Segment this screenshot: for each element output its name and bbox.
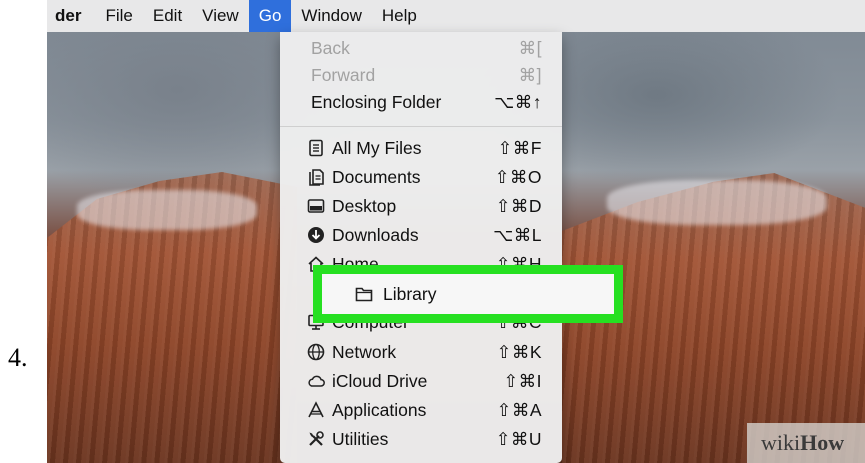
menu-item-label: Back [311,38,350,58]
menu-item-downloads[interactable]: Downloads ⌥⌘L [280,221,562,250]
menu-item-library[interactable]: Library [322,274,614,314]
menu-item-shortcut: ⌘] [518,65,542,85]
menu-item-label: iCloud Drive [332,371,428,391]
downloads-icon [308,227,324,243]
menu-item-desktop[interactable]: Desktop ⇧⌘D [280,192,562,221]
menu-view[interactable]: View [192,0,249,32]
menu-item-shortcut: ⇧⌘K [496,342,542,362]
menu-item-enclosing-folder[interactable]: Enclosing Folder ⌥⌘↑ [280,88,562,117]
menu-item-shortcut: ⇧⌘U [495,429,542,449]
menu-item-label: Documents [332,167,421,187]
watermark-part1: wiki [761,430,801,455]
menu-item-label: Network [332,342,397,362]
go-menu-dropdown: Back ⌘[ Forward ⌘] Enclosing Folder ⌥⌘↑ … [280,32,562,463]
screenshot: der File Edit View Go Window Help Back ⌘… [47,0,865,463]
menu-window[interactable]: Window [291,0,371,32]
menu-item-shortcut: ⇧⌘F [497,138,542,158]
network-icon [307,343,325,361]
menu-item-all-my-files[interactable]: All My Files ⇧⌘F [280,134,562,163]
wikihow-watermark: wikiHow [747,423,865,463]
all-files-icon [309,139,323,157]
menu-item-label: Applications [332,400,427,420]
watermark-part2: How [800,430,845,455]
menu-item-shortcut: ⌘[ [518,38,542,58]
menu-file[interactable]: File [95,0,142,32]
menu-item-label: Utilities [332,429,389,449]
menu-item-shortcut: ⇧⌘A [496,400,542,420]
menu-item-icloud-drive[interactable]: iCloud Drive ⇧⌘I [280,367,562,396]
menu-item-forward[interactable]: Forward ⌘] [280,61,562,90]
menu-go[interactable]: Go [248,0,292,32]
menu-item-shortcut: ⇧⌘D [495,196,542,216]
menu-item-back[interactable]: Back ⌘[ [280,34,562,63]
menu-item-label: Library [383,284,437,304]
menu-item-label: Forward [311,65,376,85]
applications-icon [308,401,324,418]
menu-item-shortcut: ⇧⌘O [494,167,542,187]
menu-item-label: Enclosing Folder [311,92,442,112]
snow-patch-decoration [77,190,257,230]
utilities-icon [309,431,324,446]
desktop-icon [307,199,325,213]
menu-item-utilities[interactable]: Utilities ⇧⌘U [280,425,562,454]
menu-item-label: Desktop [332,196,397,216]
menu-edit[interactable]: Edit [143,0,192,32]
menu-item-documents[interactable]: Documents ⇧⌘O [280,163,562,192]
menu-item-shortcut: ⌥⌘L [493,225,542,245]
menu-item-label: All My Files [332,138,422,158]
step-number: 4. [8,343,28,372]
menu-item-shortcut: ⌥⌘↑ [494,92,542,112]
icloud-icon [308,375,325,387]
menu-item-network[interactable]: Network ⇧⌘K [280,338,562,367]
documents-icon [309,169,324,186]
library-folder-icon [355,287,373,302]
menu-app-name[interactable]: der [47,0,95,32]
menu-help[interactable]: Help [372,0,427,32]
menu-item-applications[interactable]: Applications ⇧⌘A [280,396,562,425]
snow-patch-decoration [607,180,827,225]
menu-item-shortcut: ⇧⌘I [503,371,542,391]
menu-item-label: Downloads [332,225,419,245]
menu-bar: der File Edit View Go Window Help [47,0,865,32]
menu-separator [280,126,562,127]
